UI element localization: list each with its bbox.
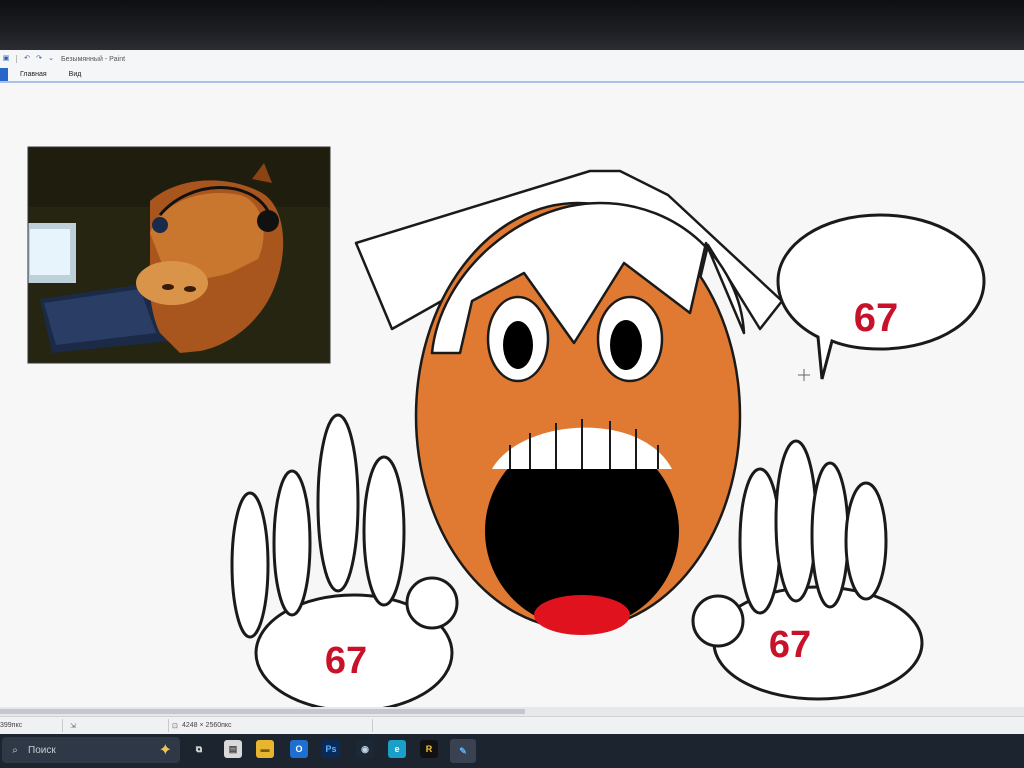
left-hand-text: 67 — [325, 640, 367, 682]
store-icon[interactable]: ▤ — [224, 740, 242, 758]
canvas-size-icon: ⊡ — [172, 723, 178, 730]
canvas-size: 4248 × 2560пкс — [182, 722, 232, 729]
customize-chevron-icon[interactable]: ⌄ — [47, 55, 55, 63]
monitor-bezel — [0, 0, 1024, 50]
ribbon-tabs: Главная Вид — [0, 68, 1024, 83]
status-bar: 399пкс ⇲ ⊡ 4248 × 2560пкс — [0, 716, 1024, 735]
tab-view[interactable]: Вид — [69, 71, 82, 78]
tab-home[interactable]: Главная — [20, 71, 47, 78]
window-title: Безымянный - Paint — [61, 55, 126, 63]
sparkle-icon: ✦ — [158, 742, 172, 759]
save-icon[interactable]: ▣ — [2, 55, 10, 63]
status-divider — [372, 719, 373, 732]
paint-window: ▣ ↶ ↷ ⌄ Безымянный - Paint Главная Вид 6… — [0, 50, 1024, 735]
pasted-horse-photo[interactable] — [27, 146, 331, 364]
windows-taskbar: ⌕ Поиск ✦ ⧉ ▤ ▬ O Ps ◉ e R ✎ — [0, 734, 1024, 768]
app-r-icon[interactable]: R — [420, 740, 438, 758]
crosshair-cursor-icon — [798, 369, 810, 381]
task-view-icon[interactable]: ⧉ — [190, 740, 208, 758]
quick-access-toolbar: ▣ ↶ ↷ ⌄ — [0, 55, 55, 63]
screaming-face — [414, 201, 746, 635]
horizontal-scrollbar[interactable] — [0, 707, 1024, 716]
taskbar-search[interactable]: ⌕ Поиск ✦ — [2, 737, 180, 763]
drawing-canvas[interactable]: 67 67 67 — [0, 83, 1024, 707]
right-hand-text: 67 — [769, 624, 811, 666]
redo-icon[interactable]: ↷ — [35, 55, 43, 63]
speech-bubble-text: 67 — [854, 296, 899, 340]
search-icon: ⌕ — [12, 744, 18, 756]
edge-icon[interactable]: e — [388, 740, 406, 758]
cursor-position: 399пкс — [0, 722, 23, 729]
status-divider — [62, 719, 63, 732]
status-divider — [168, 719, 169, 732]
file-explorer-icon[interactable]: ▬ — [256, 740, 274, 758]
title-bar: ▣ ↶ ↷ ⌄ Безымянный - Paint — [0, 50, 1024, 68]
canvas-artwork: 67 67 67 — [27, 146, 986, 707]
photoshop-icon[interactable]: Ps — [322, 740, 340, 758]
qat-divider — [16, 55, 17, 63]
undo-icon[interactable]: ↶ — [23, 55, 31, 63]
paint-icon[interactable]: ✎ — [450, 739, 476, 763]
steam-icon[interactable]: ◉ — [356, 740, 374, 758]
search-label: Поиск — [28, 744, 56, 756]
outlook-icon[interactable]: O — [290, 740, 308, 758]
file-tab[interactable] — [0, 68, 8, 81]
scrollbar-thumb[interactable] — [0, 709, 525, 714]
selection-size-icon: ⇲ — [70, 723, 76, 730]
